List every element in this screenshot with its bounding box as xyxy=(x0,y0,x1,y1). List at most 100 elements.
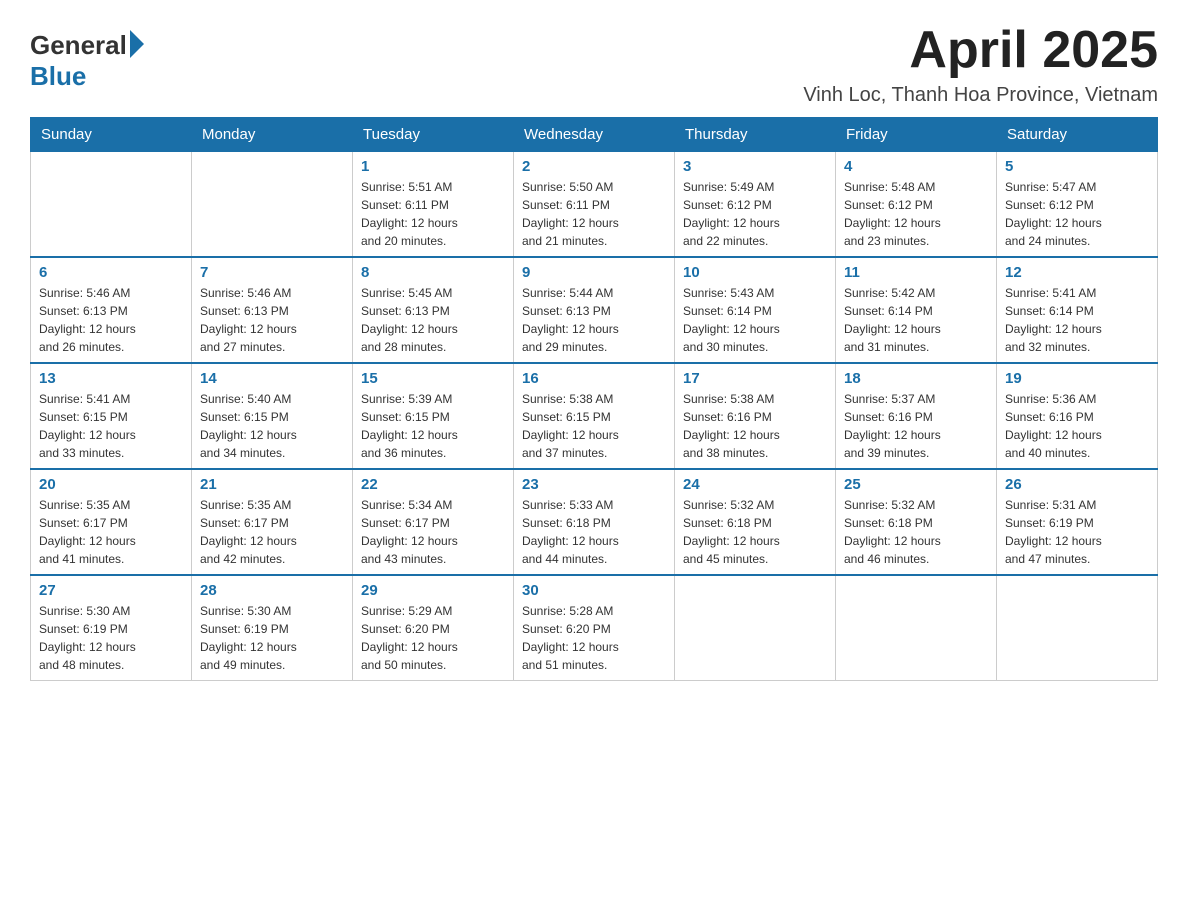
day-number: 3 xyxy=(683,158,827,175)
day-info: Sunrise: 5:49 AMSunset: 6:12 PMDaylight:… xyxy=(683,178,827,250)
day-number: 21 xyxy=(200,476,344,493)
header: General Blue April 2025 Vinh Loc, Thanh … xyxy=(30,20,1158,107)
calendar-header-monday: Monday xyxy=(192,118,353,152)
calendar-cell: 11 Sunrise: 5:42 AMSunset: 6:14 PMDayligh… xyxy=(836,257,997,363)
day-number: 20 xyxy=(39,476,183,493)
calendar-cell: 13Sunrise: 5:41 AMSunset: 6:15 PMDayligh… xyxy=(31,363,192,469)
calendar-cell: 29 Sunrise: 5:29 AMSunset: 6:20 PMDayligh… xyxy=(353,575,514,681)
day-info: Sunrise: 5:32 AMSunset: 6:18 PMDaylight:… xyxy=(683,496,827,568)
calendar-cell: 21Sunrise: 5:35 AMSunset: 6:17 PMDayligh… xyxy=(192,469,353,575)
calendar-cell: 28 Sunrise: 5:30 AMSunset: 6:19 PMDayligh… xyxy=(192,575,353,681)
day-info: Sunrise: 5:31 AMSunset: 6:19 PMDaylight:… xyxy=(1005,496,1149,568)
day-info: Sunrise: 5:35 AMSunset: 6:17 PMDaylight:… xyxy=(39,496,183,568)
calendar-cell: 15 Sunrise: 5:39 AMSunset: 6:15 PMDayligh… xyxy=(353,363,514,469)
day-info: Sunrise: 5:46 AMSunset: 6:13 PMDaylight:… xyxy=(39,284,183,356)
calendar-header-thursday: Thursday xyxy=(675,118,836,152)
day-number: 24 xyxy=(683,476,827,493)
day-info: Sunrise: 5:50 AMSunset: 6:11 PMDaylight:… xyxy=(522,178,666,250)
day-number: 14 xyxy=(200,370,344,387)
calendar-header-row: SundayMondayTuesdayWednesdayThursdayFrid… xyxy=(31,118,1158,152)
day-info: Sunrise: 5:29 AMSunset: 6:20 PMDaylight:… xyxy=(361,602,505,674)
calendar-cell: 8 Sunrise: 5:45 AMSunset: 6:13 PMDaylight… xyxy=(353,257,514,363)
calendar-cell: 16Sunrise: 5:38 AMSunset: 6:15 PMDayligh… xyxy=(514,363,675,469)
day-number: 2 xyxy=(522,158,666,175)
calendar-header-friday: Friday xyxy=(836,118,997,152)
day-number: 1 xyxy=(361,158,505,175)
calendar-week-row: 20 Sunrise: 5:35 AMSunset: 6:17 PMDayligh… xyxy=(31,469,1158,575)
calendar-cell: 14 Sunrise: 5:40 AMSunset: 6:15 PMDayligh… xyxy=(192,363,353,469)
logo-arrow-icon xyxy=(130,30,144,58)
day-number: 13 xyxy=(39,370,183,387)
calendar-cell xyxy=(31,152,192,258)
day-number: 4 xyxy=(844,158,988,175)
location-title: Vinh Loc, Thanh Hoa Province, Vietnam xyxy=(803,84,1158,107)
calendar-cell: 6 Sunrise: 5:46 AMSunset: 6:13 PMDaylight… xyxy=(31,257,192,363)
day-info: Sunrise: 5:36 AMSunset: 6:16 PMDaylight:… xyxy=(1005,390,1149,462)
day-number: 27 xyxy=(39,582,183,599)
day-number: 28 xyxy=(200,582,344,599)
day-info: Sunrise: 5:47 AMSunset: 6:12 PMDaylight:… xyxy=(1005,178,1149,250)
day-number: 30 xyxy=(522,582,666,599)
day-number: 6 xyxy=(39,264,183,281)
day-info: Sunrise: 5:46 AMSunset: 6:13 PMDaylight:… xyxy=(200,284,344,356)
calendar-cell: 20 Sunrise: 5:35 AMSunset: 6:17 PMDayligh… xyxy=(31,469,192,575)
calendar-cell xyxy=(192,152,353,258)
calendar-cell: 2 Sunrise: 5:50 AMSunset: 6:11 PMDaylight… xyxy=(514,152,675,258)
day-info: Sunrise: 5:38 AMSunset: 6:16 PMDaylight:… xyxy=(683,390,827,462)
calendar-cell: 26Sunrise: 5:31 AMSunset: 6:19 PMDayligh… xyxy=(997,469,1158,575)
calendar-header-wednesday: Wednesday xyxy=(514,118,675,152)
calendar-week-row: 13Sunrise: 5:41 AMSunset: 6:15 PMDayligh… xyxy=(31,363,1158,469)
month-title: April 2025 xyxy=(803,20,1158,80)
day-number: 11 xyxy=(844,264,988,281)
logo-blue-text: Blue xyxy=(30,61,144,92)
day-info: Sunrise: 5:39 AMSunset: 6:15 PMDaylight:… xyxy=(361,390,505,462)
day-info: Sunrise: 5:51 AMSunset: 6:11 PMDaylight:… xyxy=(361,178,505,250)
calendar-cell xyxy=(675,575,836,681)
calendar-cell: 7 Sunrise: 5:46 AMSunset: 6:13 PMDaylight… xyxy=(192,257,353,363)
day-info: Sunrise: 5:44 AMSunset: 6:13 PMDaylight:… xyxy=(522,284,666,356)
calendar-header-tuesday: Tuesday xyxy=(353,118,514,152)
calendar-cell: 27 Sunrise: 5:30 AMSunset: 6:19 PMDayligh… xyxy=(31,575,192,681)
day-number: 15 xyxy=(361,370,505,387)
day-number: 9 xyxy=(522,264,666,281)
day-info: Sunrise: 5:38 AMSunset: 6:15 PMDaylight:… xyxy=(522,390,666,462)
calendar-week-row: 1 Sunrise: 5:51 AMSunset: 6:11 PMDaylight… xyxy=(31,152,1158,258)
calendar-cell: 3 Sunrise: 5:49 AMSunset: 6:12 PMDaylight… xyxy=(675,152,836,258)
day-info: Sunrise: 5:41 AMSunset: 6:14 PMDaylight:… xyxy=(1005,284,1149,356)
day-number: 18 xyxy=(844,370,988,387)
calendar-cell: 10Sunrise: 5:43 AMSunset: 6:14 PMDayligh… xyxy=(675,257,836,363)
day-info: Sunrise: 5:42 AMSunset: 6:14 PMDaylight:… xyxy=(844,284,988,356)
calendar-header-saturday: Saturday xyxy=(997,118,1158,152)
day-number: 5 xyxy=(1005,158,1149,175)
logo: General Blue xyxy=(30,30,144,92)
day-info: Sunrise: 5:48 AMSunset: 6:12 PMDaylight:… xyxy=(844,178,988,250)
calendar-week-row: 27 Sunrise: 5:30 AMSunset: 6:19 PMDayligh… xyxy=(31,575,1158,681)
calendar-cell: 5 Sunrise: 5:47 AMSunset: 6:12 PMDaylight… xyxy=(997,152,1158,258)
logo-general-text: General xyxy=(30,30,127,61)
day-info: Sunrise: 5:45 AMSunset: 6:13 PMDaylight:… xyxy=(361,284,505,356)
day-info: Sunrise: 5:32 AMSunset: 6:18 PMDaylight:… xyxy=(844,496,988,568)
calendar-cell: 19Sunrise: 5:36 AMSunset: 6:16 PMDayligh… xyxy=(997,363,1158,469)
day-info: Sunrise: 5:30 AMSunset: 6:19 PMDaylight:… xyxy=(200,602,344,674)
calendar-table: SundayMondayTuesdayWednesdayThursdayFrid… xyxy=(30,117,1158,681)
day-number: 10 xyxy=(683,264,827,281)
day-number: 22 xyxy=(361,476,505,493)
day-info: Sunrise: 5:37 AMSunset: 6:16 PMDaylight:… xyxy=(844,390,988,462)
calendar-week-row: 6 Sunrise: 5:46 AMSunset: 6:13 PMDaylight… xyxy=(31,257,1158,363)
calendar-cell: 12Sunrise: 5:41 AMSunset: 6:14 PMDayligh… xyxy=(997,257,1158,363)
day-number: 25 xyxy=(844,476,988,493)
calendar-cell: 22Sunrise: 5:34 AMSunset: 6:17 PMDayligh… xyxy=(353,469,514,575)
calendar-cell: 17Sunrise: 5:38 AMSunset: 6:16 PMDayligh… xyxy=(675,363,836,469)
day-number: 23 xyxy=(522,476,666,493)
calendar-cell: 25 Sunrise: 5:32 AMSunset: 6:18 PMDayligh… xyxy=(836,469,997,575)
day-info: Sunrise: 5:40 AMSunset: 6:15 PMDaylight:… xyxy=(200,390,344,462)
day-info: Sunrise: 5:28 AMSunset: 6:20 PMDaylight:… xyxy=(522,602,666,674)
calendar-cell: 23 Sunrise: 5:33 AMSunset: 6:18 PMDayligh… xyxy=(514,469,675,575)
calendar-cell: 4 Sunrise: 5:48 AMSunset: 6:12 PMDaylight… xyxy=(836,152,997,258)
calendar-cell: 1 Sunrise: 5:51 AMSunset: 6:11 PMDaylight… xyxy=(353,152,514,258)
day-number: 29 xyxy=(361,582,505,599)
day-number: 8 xyxy=(361,264,505,281)
day-number: 7 xyxy=(200,264,344,281)
day-info: Sunrise: 5:30 AMSunset: 6:19 PMDaylight:… xyxy=(39,602,183,674)
day-info: Sunrise: 5:33 AMSunset: 6:18 PMDaylight:… xyxy=(522,496,666,568)
